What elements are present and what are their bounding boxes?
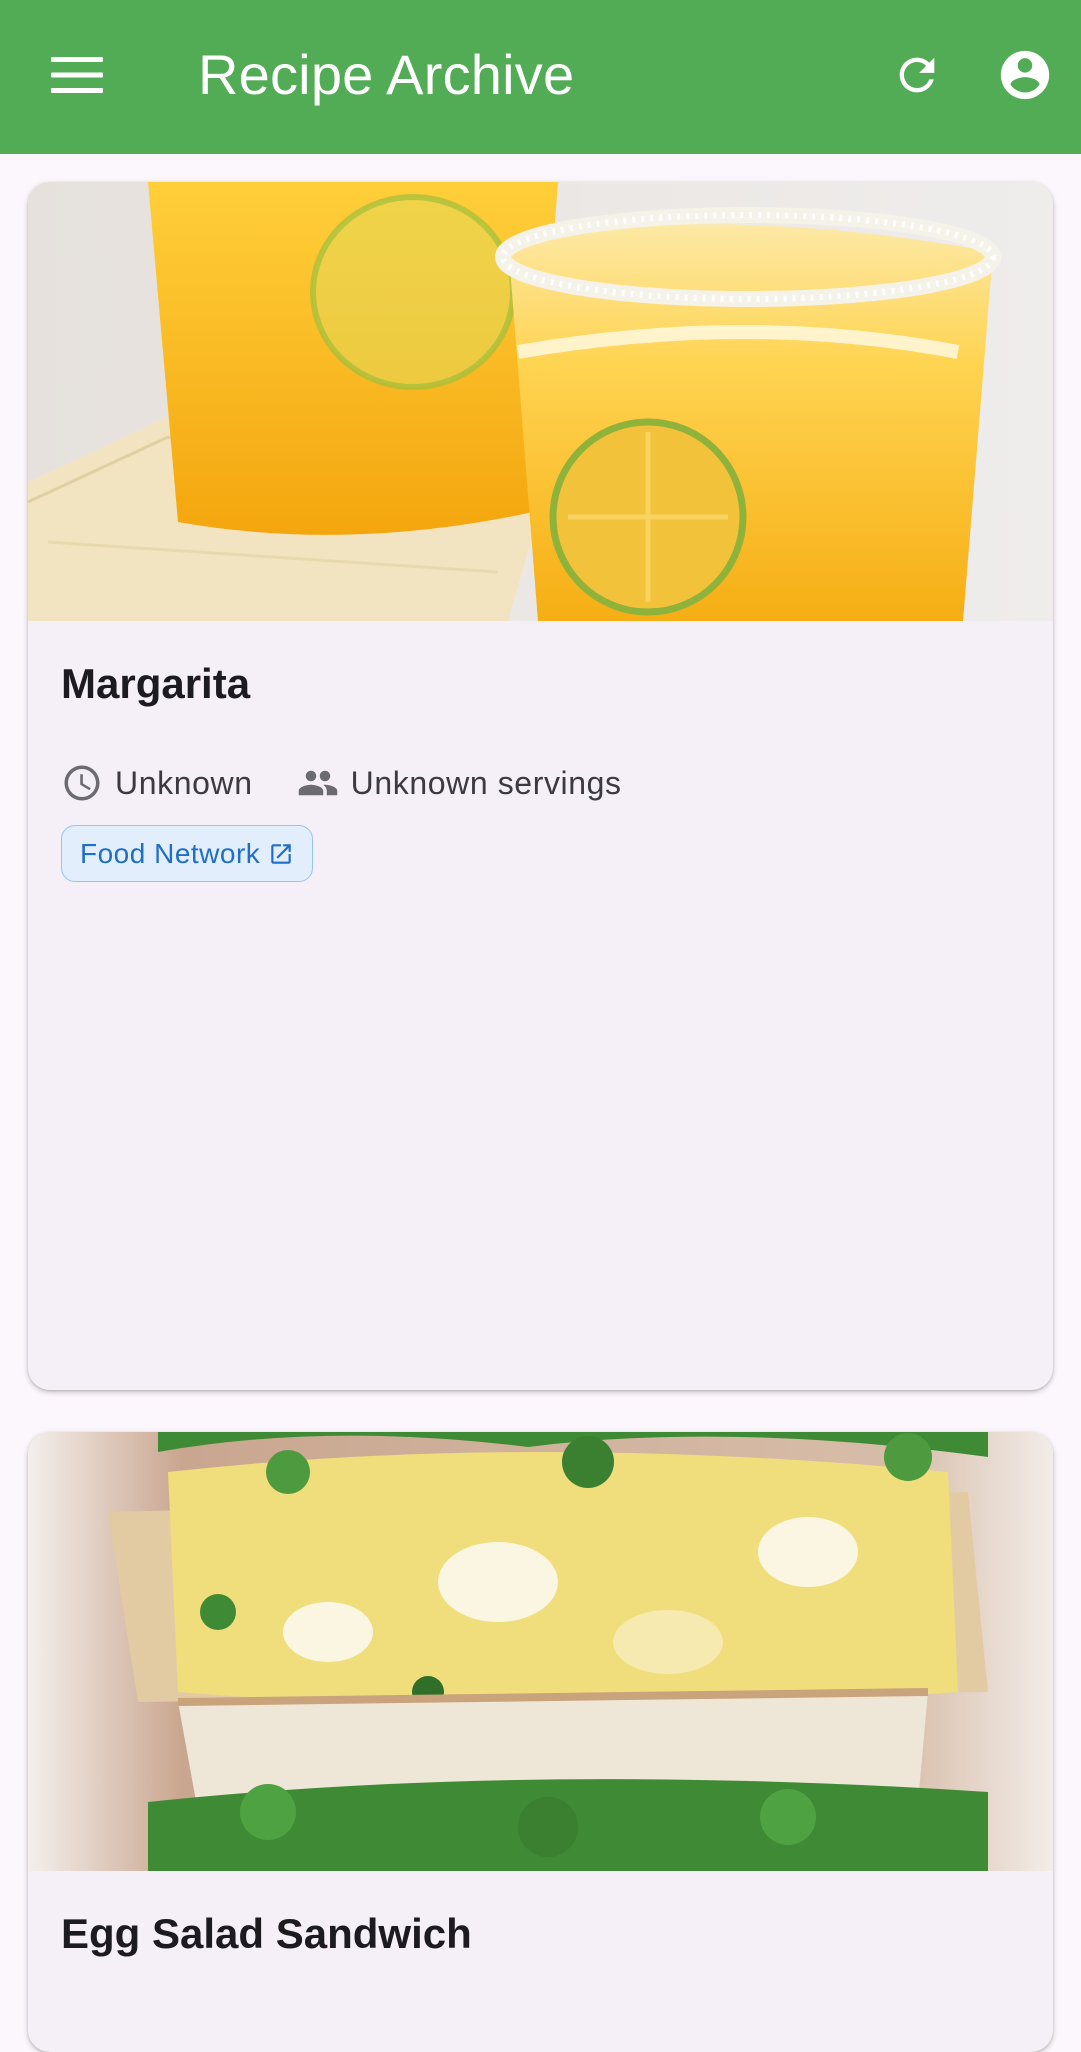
recipe-image [28, 1432, 1053, 1871]
recipe-title: Margarita [61, 660, 251, 707]
account-circle-icon [996, 46, 1054, 109]
open-in-new-icon [268, 841, 294, 867]
menu-icon [51, 55, 103, 100]
menu-button[interactable] [40, 40, 114, 114]
app-bar: Recipe Archive [0, 0, 1081, 154]
servings: Unknown servings [297, 762, 622, 804]
account-button[interactable] [988, 40, 1062, 114]
cook-time: Unknown [61, 762, 253, 804]
clock-icon [61, 762, 103, 804]
recipe-card[interactable]: Margarita Unknown Unknown servings Food … [28, 182, 1053, 1390]
refresh-icon [891, 49, 943, 106]
source-link-chip[interactable]: Food Network [61, 825, 314, 882]
recipe-card[interactable]: Egg Salad Sandwich [28, 1432, 1053, 2052]
page-title: Recipe Archive [198, 43, 575, 106]
recipe-meta: Unknown Unknown servings [61, 758, 622, 808]
refresh-button[interactable] [880, 40, 954, 114]
recipe-image [28, 182, 1053, 621]
servings-value: Unknown servings [350, 764, 622, 801]
recipe-title: Egg Salad Sandwich [61, 1910, 472, 1957]
people-icon [297, 762, 339, 804]
source-label: Food Network [80, 837, 261, 869]
cook-time-value: Unknown [115, 764, 253, 801]
